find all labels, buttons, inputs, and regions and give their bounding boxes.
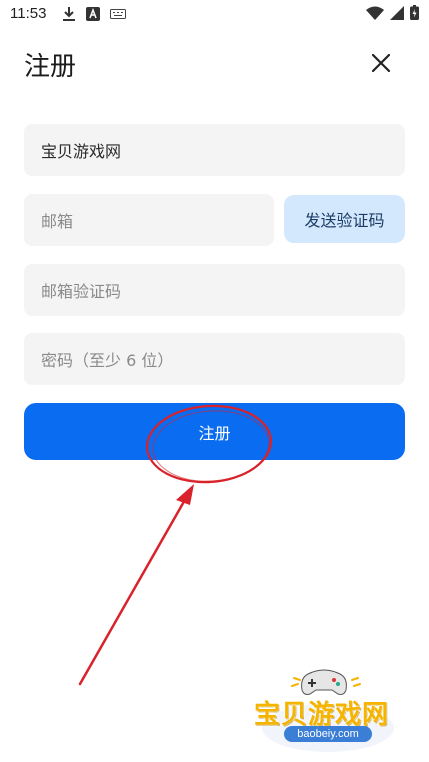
annotation-circle [145,404,273,484]
annotation-arrow-shaft [78,496,188,686]
annotation-circle-inner [152,410,270,482]
annotation-overlay [78,404,273,686]
watermark: 宝贝游戏网 baobeiy.com [248,664,408,754]
annotation-arrow-head [176,484,194,505]
watermark-domain: baobeiy.com [284,726,372,742]
